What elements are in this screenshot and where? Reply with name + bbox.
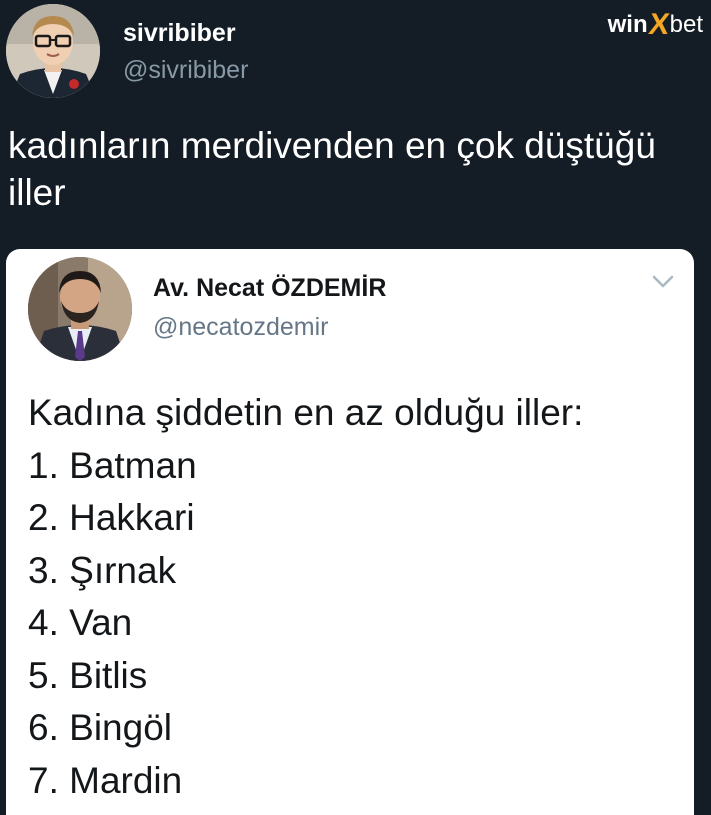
list-item: 6. Bingöl [28, 707, 172, 748]
outer-handle[interactable]: @sivribiber [123, 54, 248, 86]
brand-logo-part-x: X [646, 8, 672, 41]
outer-avatar[interactable] [6, 4, 100, 98]
quoted-tweet-text: Kadına şiddetin en az olduğu iller: 1. B… [28, 387, 678, 807]
brand-logo-part-win: win [607, 11, 648, 38]
list-item: 4. Van [28, 602, 133, 643]
list-item: 5. Bitlis [28, 654, 148, 696]
outer-tweet-text: kadınların merdivenden en çok düştüğü il… [8, 125, 656, 213]
list-item: 1. Batman [28, 444, 197, 486]
quoted-avatar[interactable] [28, 257, 132, 361]
quoted-handle[interactable]: @necatozdemir [153, 310, 328, 344]
quoted-heading: Kadına şiddetin en az olduğu iller: [28, 392, 584, 433]
outer-display-name[interactable]: sivribiber [123, 16, 236, 50]
screenshot-page: sivribiber @sivribiber win Xbet kadınları… [0, 0, 711, 815]
brand-logo: win Xbet [608, 8, 703, 42]
quoted-tweet-card[interactable]: Av. Necat ÖZDEMİR @necatozdemir Kadına ş… [6, 249, 694, 815]
list-item: 7. Mardin [28, 759, 183, 801]
list-item: 2. Hakkari [28, 497, 195, 538]
avatar-photo-icon [28, 257, 132, 361]
avatar-photo-icon [6, 4, 100, 98]
list-item: 3. Şırnak [28, 549, 177, 591]
quoted-display-name[interactable]: Av. Necat ÖZDEMİR [153, 271, 386, 305]
brand-logo-part-bet: bet [669, 11, 703, 38]
chevron-down-icon[interactable] [652, 275, 674, 289]
